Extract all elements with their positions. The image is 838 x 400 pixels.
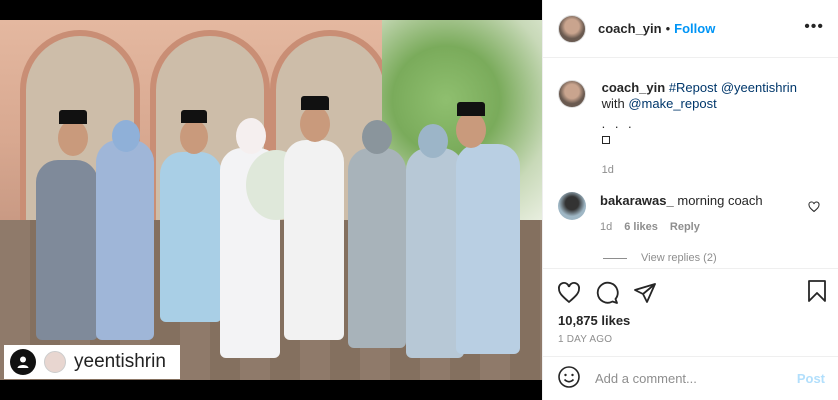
share-icon[interactable]	[633, 281, 657, 308]
caption-username[interactable]: coach_yin	[602, 80, 666, 95]
songkok	[59, 110, 87, 124]
add-comment-bar: Post	[543, 356, 838, 400]
view-replies-label: View replies (2)	[641, 252, 717, 264]
view-replies-button[interactable]: View replies (2)	[603, 252, 717, 264]
post-actions: 10,875 likes 1 DAY AGO	[543, 268, 838, 345]
post-header: coach_yin • Follow •••	[543, 0, 838, 58]
songkok	[457, 102, 485, 116]
commenter-username[interactable]: bakarawas_	[600, 193, 674, 208]
post-time[interactable]: 1 DAY AGO	[543, 328, 838, 345]
emoji-icon[interactable]	[557, 365, 581, 392]
comment: bakarawas_ morning coach 1d 6 likes Repl…	[558, 192, 828, 233]
guest-head	[58, 120, 88, 156]
post-side-panel: coach_yin • Follow ••• coach_yin #Repost @…	[542, 0, 838, 400]
caption-avatar[interactable]	[558, 80, 586, 108]
guest-figure	[36, 160, 98, 340]
credit-username: yeentishrin	[74, 351, 166, 372]
heart-icon[interactable]	[557, 281, 581, 308]
guest-figure	[456, 144, 520, 354]
bride-head	[236, 118, 266, 154]
guest-head	[456, 112, 486, 148]
caption-text: coach_yin #Repost @yeentishrin with @mak…	[601, 80, 828, 178]
commenter-avatar[interactable]	[558, 192, 586, 220]
separator-dot: •	[665, 21, 671, 36]
author-avatar[interactable]	[558, 14, 586, 43]
caption: coach_yin #Repost @yeentishrin with @mak…	[558, 80, 828, 178]
comment-like-heart-icon[interactable]	[808, 201, 820, 216]
caption-time[interactable]: 1d	[602, 162, 828, 178]
guest-figure	[160, 152, 222, 322]
follow-button[interactable]: Follow	[674, 21, 715, 36]
caption-dots: . . .	[601, 116, 635, 131]
mention-link[interactable]: @yeentishrin	[721, 80, 797, 95]
songkok	[301, 96, 329, 110]
repost-credit[interactable]: yeentishrin	[4, 345, 180, 379]
groom-head	[300, 106, 330, 142]
more-dots-icon[interactable]: •••	[804, 18, 824, 36]
hashtag-link[interactable]: #Repost	[669, 80, 717, 95]
credit-avatar	[44, 351, 66, 373]
comment-input[interactable]	[595, 371, 783, 386]
guest-figure	[348, 148, 406, 348]
guest-head	[112, 120, 140, 152]
comment-time[interactable]: 1d	[600, 221, 612, 233]
author-username[interactable]: coach_yin	[598, 21, 662, 36]
caption-box-glyph	[601, 136, 610, 144]
post-photo[interactable]	[0, 20, 542, 380]
comment-likes[interactable]: 6 likes	[624, 221, 658, 233]
comment-text: morning coach	[677, 193, 763, 208]
comment-icon[interactable]	[595, 281, 619, 308]
songkok	[181, 110, 207, 123]
guest-head	[180, 120, 208, 154]
replies-line	[603, 257, 627, 259]
like-count[interactable]: 10,875 likes	[543, 309, 838, 328]
guest-head	[418, 124, 448, 158]
guest-head	[362, 120, 392, 154]
post-media[interactable]: yeentishrin	[0, 0, 542, 400]
comment-reply-button[interactable]: Reply	[670, 221, 700, 233]
bookmark-icon[interactable]	[805, 279, 829, 306]
post-comment-button[interactable]: Post	[797, 371, 825, 386]
groom-figure	[284, 140, 344, 340]
mention-link[interactable]: @make_repost	[628, 96, 716, 111]
repost-person-icon	[10, 349, 36, 375]
caption-word: with	[601, 96, 625, 111]
guest-figure	[96, 140, 154, 340]
